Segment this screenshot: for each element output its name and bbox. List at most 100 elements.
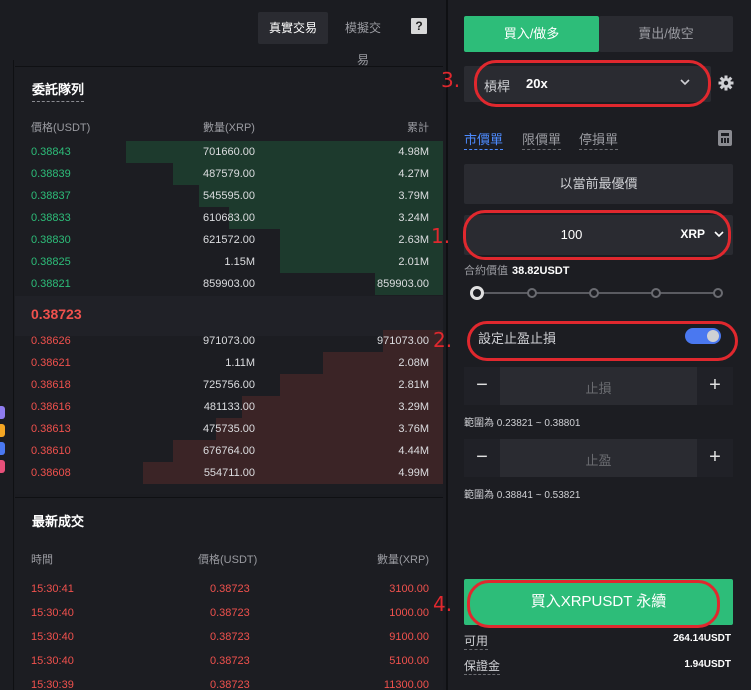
row-qty: 621572.00 bbox=[203, 234, 255, 246]
order-book-row[interactable]: 0.38621 1.11M 2.08M bbox=[15, 352, 443, 374]
row-qty: 1.15M bbox=[224, 256, 255, 268]
order-book-row[interactable]: 0.38616 481133.00 3.29M bbox=[15, 396, 443, 418]
calculator-icon[interactable] bbox=[718, 130, 732, 146]
row-total: 3.76M bbox=[398, 423, 429, 435]
strip-marker bbox=[0, 406, 5, 419]
stop-loss-input[interactable]: 止損 bbox=[500, 378, 697, 397]
tab-limit-order[interactable]: 限價單 bbox=[522, 129, 562, 150]
row-qty: 475735.00 bbox=[203, 423, 255, 435]
best-price-field: 以當前最優價 bbox=[464, 164, 733, 204]
order-book-row[interactable]: 0.38610 676764.00 4.44M bbox=[15, 440, 443, 462]
annotation-oval-2 bbox=[467, 321, 738, 361]
trade-qty: 5100.00 bbox=[389, 655, 429, 667]
contract-value: 合約價值 38.82USDT bbox=[464, 265, 570, 277]
row-qty: 545595.00 bbox=[203, 190, 255, 202]
annotation-number-2: 2. bbox=[433, 328, 453, 352]
row-qty: 701660.00 bbox=[203, 146, 255, 158]
strip-marker bbox=[0, 442, 5, 455]
row-qty: 554711.00 bbox=[203, 467, 255, 479]
trade-row: 15:30:40 0.38723 1000.00 bbox=[15, 601, 443, 625]
row-price: 0.38626 bbox=[31, 335, 71, 347]
annotation-oval-3 bbox=[474, 60, 711, 107]
row-price: 0.38613 bbox=[31, 423, 71, 435]
row-price: 0.38830 bbox=[31, 234, 71, 246]
trades-header-price: 價格(USDT) bbox=[198, 554, 258, 566]
trade-qty: 1000.00 bbox=[389, 607, 429, 619]
trade-price: 0.38723 bbox=[210, 631, 250, 643]
ob-header-price: 價格(USDT) bbox=[31, 122, 91, 134]
row-qty: 481133.00 bbox=[203, 401, 255, 413]
help-icon[interactable]: ? bbox=[411, 18, 427, 34]
trade-row: 15:30:40 0.38723 9100.00 bbox=[15, 625, 443, 649]
order-book-row[interactable]: 0.38830 621572.00 2.63M bbox=[15, 229, 443, 251]
order-book-row[interactable]: 0.38833 610683.00 3.24M bbox=[15, 207, 443, 229]
ob-header-qty: 數量(XRP) bbox=[203, 122, 255, 134]
row-price: 0.38837 bbox=[31, 190, 71, 202]
trade-price: 0.38723 bbox=[210, 655, 250, 667]
tab-market-order[interactable]: 市價單 bbox=[464, 129, 504, 150]
tab-sell-short[interactable]: 賣出/做空 bbox=[599, 16, 733, 52]
recent-trades-title: 最新成交 bbox=[32, 514, 85, 529]
row-total: 4.99M bbox=[398, 467, 429, 479]
annotation-number-4: 4. bbox=[433, 592, 453, 616]
take-profit-range: 範圍為 0.38841 ~ 0.53821 bbox=[464, 490, 581, 501]
slider-handle[interactable] bbox=[470, 286, 484, 300]
row-total: 2.01M bbox=[398, 256, 429, 268]
take-profit-decrement[interactable]: − bbox=[464, 439, 500, 477]
row-price: 0.38621 bbox=[31, 357, 71, 369]
tab-stop-order[interactable]: 停損單 bbox=[579, 129, 619, 150]
row-total: 3.79M bbox=[398, 190, 429, 202]
slider-step[interactable] bbox=[651, 288, 661, 298]
trade-row: 15:30:41 0.38723 3100.00 bbox=[15, 577, 443, 601]
trade-row: 15:30:39 0.38723 11300.00 bbox=[15, 673, 443, 690]
take-profit-stepper: − 止盈 + bbox=[464, 439, 733, 477]
order-book-row[interactable]: 0.38825 1.15M 2.01M bbox=[15, 251, 443, 273]
row-price: 0.38616 bbox=[31, 401, 71, 413]
row-price: 0.38833 bbox=[31, 212, 71, 224]
left-side-strip bbox=[0, 60, 14, 690]
stop-loss-range: 範圍為 0.23821 ~ 0.38801 bbox=[464, 418, 581, 429]
stop-loss-decrement[interactable]: − bbox=[464, 367, 500, 405]
available-label: 可用 bbox=[464, 634, 489, 650]
gear-icon[interactable] bbox=[718, 75, 734, 91]
slider-step[interactable] bbox=[527, 288, 537, 298]
leverage-slider[interactable] bbox=[470, 285, 728, 301]
stop-loss-increment[interactable]: + bbox=[697, 367, 733, 405]
market-area: 真實交易 模擬交易 ? 委託隊列 價格(USDT) 數量(XRP) 累計 0.3… bbox=[0, 0, 446, 690]
trade-qty: 9100.00 bbox=[389, 631, 429, 643]
trade-price: 0.38723 bbox=[210, 607, 250, 619]
order-book-row[interactable]: 0.38821 859903.00 859903.00 bbox=[15, 273, 443, 295]
order-book-row[interactable]: 0.38618 725756.00 2.81M bbox=[15, 374, 443, 396]
tab-buy-long[interactable]: 買入/做多 bbox=[464, 16, 599, 52]
take-profit-increment[interactable]: + bbox=[697, 439, 733, 477]
row-price: 0.38843 bbox=[31, 146, 71, 158]
annotation-number-1: 1. bbox=[431, 224, 451, 248]
row-price: 0.38825 bbox=[31, 256, 71, 268]
row-total: 2.81M bbox=[398, 379, 429, 391]
trades-header-qty: 數量(XRP) bbox=[377, 554, 429, 566]
slider-track bbox=[476, 292, 722, 294]
strip-marker bbox=[0, 460, 5, 473]
order-book-row[interactable]: 0.38843 701660.00 4.98M bbox=[15, 141, 443, 163]
slider-step[interactable] bbox=[713, 288, 723, 298]
row-total: 4.98M bbox=[398, 146, 429, 158]
row-qty: 676764.00 bbox=[203, 445, 255, 457]
trades-header-time: 時間 bbox=[31, 554, 53, 566]
real-trade-button[interactable]: 真實交易 bbox=[258, 12, 328, 44]
trade-price: 0.38723 bbox=[210, 679, 250, 690]
row-price: 0.38618 bbox=[31, 379, 71, 391]
trade-qty: 3100.00 bbox=[389, 583, 429, 595]
annotation-oval-1 bbox=[463, 210, 731, 260]
order-book-row[interactable]: 0.38839 487579.00 4.27M bbox=[15, 163, 443, 185]
sim-trade-button[interactable]: 模擬交易 bbox=[330, 12, 396, 67]
order-book-row[interactable]: 0.38613 475735.00 3.76M bbox=[15, 418, 443, 440]
mid-price: 0.38723 bbox=[31, 306, 82, 322]
trade-time: 15:30:39 bbox=[31, 679, 74, 690]
take-profit-input[interactable]: 止盈 bbox=[500, 450, 697, 469]
slider-step[interactable] bbox=[589, 288, 599, 298]
order-book-row[interactable]: 0.38608 554711.00 4.99M bbox=[15, 462, 443, 484]
trade-row: 15:30:40 0.38723 5100.00 bbox=[15, 649, 443, 673]
order-book-row[interactable]: 0.38626 971073.00 971073.00 bbox=[15, 330, 443, 352]
row-price: 0.38608 bbox=[31, 467, 71, 479]
order-book-row[interactable]: 0.38837 545595.00 3.79M bbox=[15, 185, 443, 207]
